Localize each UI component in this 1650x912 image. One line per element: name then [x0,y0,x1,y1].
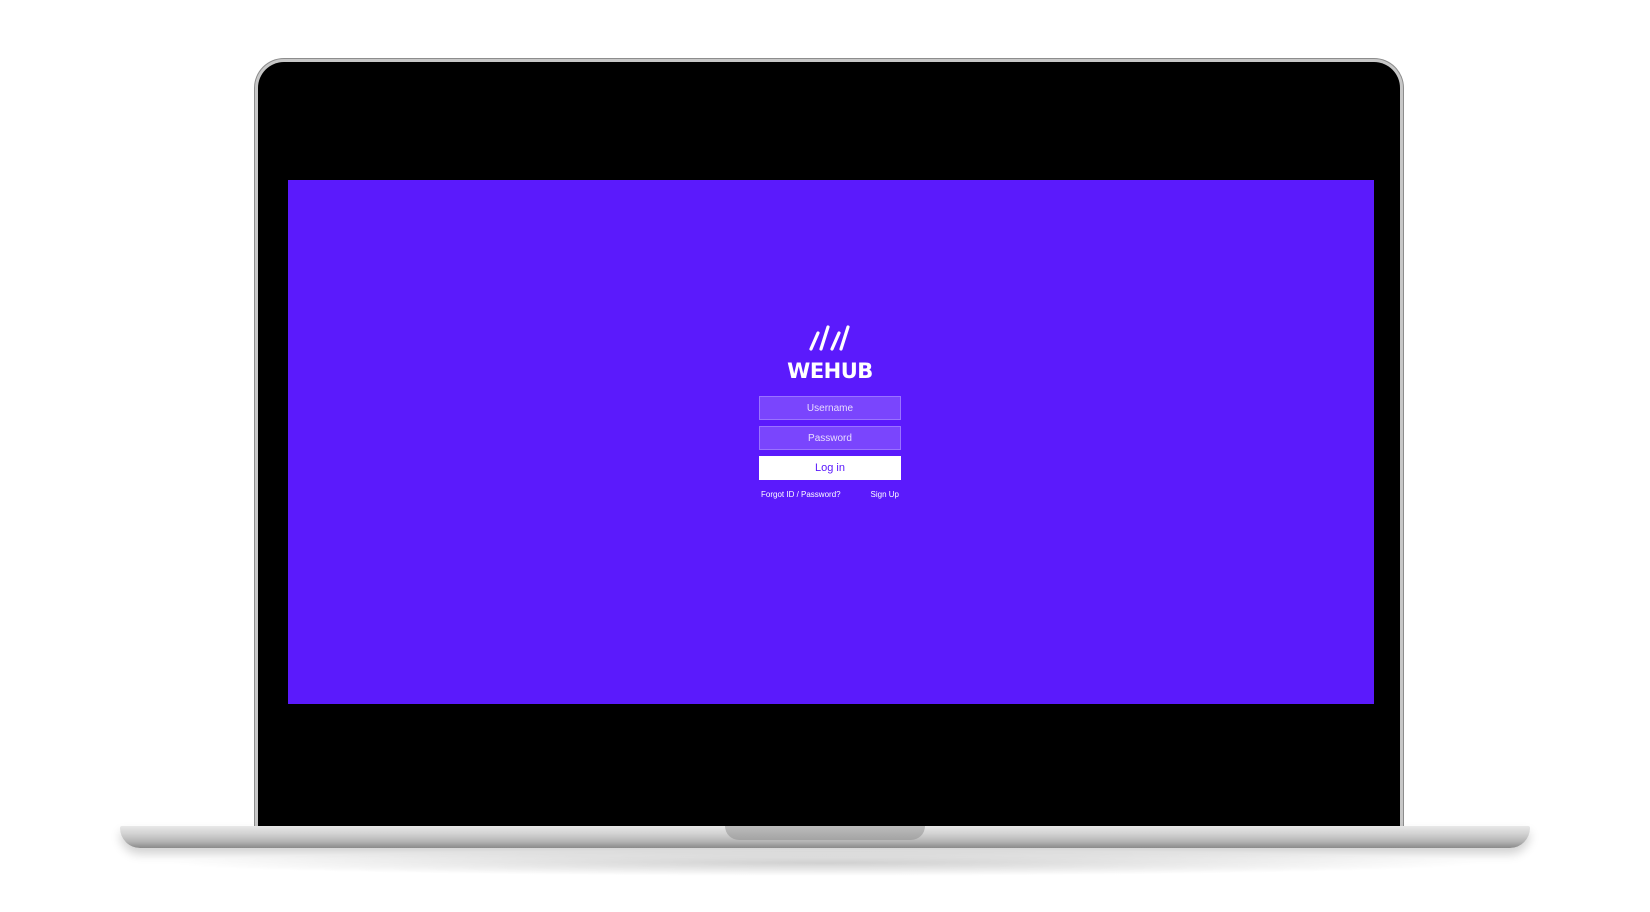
wehub-logo-icon [809,325,850,351]
password-input[interactable] [759,426,901,450]
laptop-notch [725,826,925,840]
login-box: WEHUB Log in Forgot ID / Password? Sign … [758,324,902,499]
laptop-lid: WEHUB Log in Forgot ID / Password? Sign … [258,62,1400,832]
laptop-mockup: WEHUB Log in Forgot ID / Password? Sign … [0,0,1650,912]
laptop-shadow [160,850,1490,876]
login-screen: WEHUB Log in Forgot ID / Password? Sign … [288,180,1374,704]
brand-name: WEHUB [787,359,873,383]
auth-links: Forgot ID / Password? Sign Up [761,490,899,499]
username-input[interactable] [759,396,901,420]
forgot-credentials-link[interactable]: Forgot ID / Password? [761,490,841,499]
sign-up-link[interactable]: Sign Up [871,490,899,499]
login-button[interactable]: Log in [759,456,901,480]
